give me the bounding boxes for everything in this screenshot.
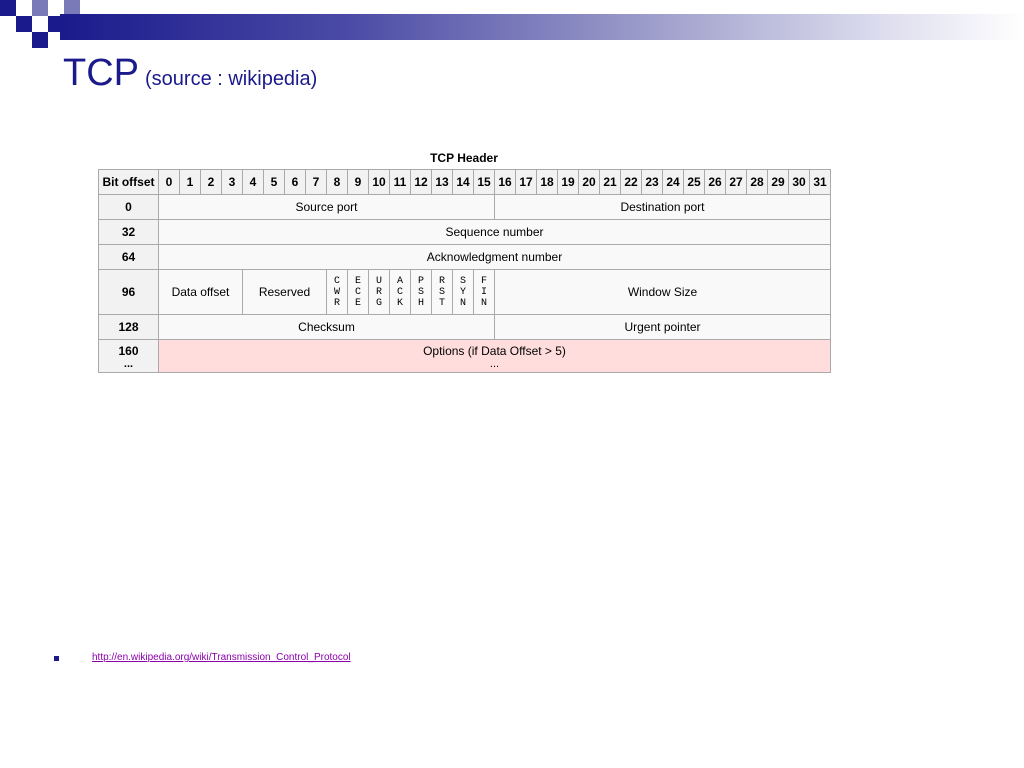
sequence-number-cell: Sequence number <box>158 219 831 245</box>
bit-number: 15 <box>473 169 495 195</box>
data-offset-cell: Data offset <box>158 269 243 315</box>
bit-number: 22 <box>620 169 642 195</box>
flag-cwr: CWR <box>326 269 348 315</box>
tcp-header-table: Bit offset 0 1 2 3 4 5 6 7 8 9 10 11 12 … <box>98 169 831 373</box>
bit-number: 6 <box>284 169 306 195</box>
bit-number: 3 <box>221 169 243 195</box>
flag-fin: FIN <box>473 269 495 315</box>
checksum-cell: Checksum <box>158 314 495 340</box>
bit-number: 12 <box>410 169 432 195</box>
flag-ece: ECE <box>347 269 369 315</box>
row-offset: 96 <box>98 269 159 315</box>
row-offset-continuation: ... <box>123 358 134 370</box>
bit-number: 16 <box>494 169 516 195</box>
bit-number: 27 <box>725 169 747 195</box>
bit-number: 9 <box>347 169 369 195</box>
bit-number: 24 <box>662 169 684 195</box>
destination-port-cell: Destination port <box>494 194 831 220</box>
flag-rst: RST <box>431 269 453 315</box>
title-subtitle: (source : wikipedia) <box>145 68 318 90</box>
reserved-cell: Reserved <box>242 269 327 315</box>
bit-number: 23 <box>641 169 663 195</box>
bit-number: 2 <box>200 169 222 195</box>
flag-urg: URG <box>368 269 390 315</box>
flag-syn: SYN <box>452 269 474 315</box>
flag-psh: PSH <box>410 269 432 315</box>
wikipedia-link[interactable]: http://en.wikipedia.org/wiki/Transmissio… <box>92 652 351 663</box>
row-offset: 0 <box>98 194 159 220</box>
bit-number: 31 <box>809 169 831 195</box>
table-row: 0 Source port Destination port <box>98 194 831 220</box>
bit-offset-row: Bit offset 0 1 2 3 4 5 6 7 8 9 10 11 12 … <box>98 169 831 195</box>
table-caption: TCP Header <box>430 151 498 165</box>
options-continuation: ... <box>489 358 500 370</box>
bullet-square-icon <box>54 656 59 661</box>
title-bar-decoration <box>0 0 1024 48</box>
row-offset: 32 <box>98 219 159 245</box>
bit-number: 30 <box>788 169 810 195</box>
bit-number: 21 <box>599 169 621 195</box>
window-size-cell: Window Size <box>494 269 831 315</box>
table-row: 128 Checksum Urgent pointer <box>98 314 831 340</box>
decor-square <box>32 0 48 16</box>
table-row: 160 ... Options (if Data Offset > 5) ... <box>98 339 831 373</box>
bit-number: 19 <box>557 169 579 195</box>
table-row: 96 Data offset Reserved CWR ECE URG ACK … <box>98 269 831 315</box>
decor-square <box>32 32 48 48</box>
options-cell: Options (if Data Offset > 5) ... <box>158 339 831 373</box>
title-text: TCP <box>63 52 139 94</box>
bit-number: 0 <box>158 169 180 195</box>
bit-number: 11 <box>389 169 411 195</box>
options-label: Options (if Data Offset > 5) <box>423 344 566 358</box>
urgent-pointer-cell: Urgent pointer <box>494 314 831 340</box>
table-row: 64 Acknowledgment number <box>98 244 831 270</box>
bit-number: 18 <box>536 169 558 195</box>
bit-number: 28 <box>746 169 768 195</box>
decor-square <box>64 0 80 14</box>
bit-number: 8 <box>326 169 348 195</box>
gradient-bar <box>60 14 1024 40</box>
bit-number: 20 <box>578 169 600 195</box>
bit-number: 25 <box>683 169 705 195</box>
bit-number: 7 <box>305 169 327 195</box>
row-offset-value: 160 <box>118 344 139 358</box>
bit-number: 1 <box>179 169 201 195</box>
decor-square <box>0 0 16 16</box>
bit-number: 4 <box>242 169 264 195</box>
bit-number: 26 <box>704 169 726 195</box>
bit-number: 29 <box>767 169 789 195</box>
bit-number: 10 <box>368 169 390 195</box>
decor-square <box>16 16 32 32</box>
bit-offset-label: Bit offset <box>98 169 159 195</box>
bit-number: 17 <box>515 169 537 195</box>
row-offset: 160 ... <box>98 339 159 373</box>
slide-title: TCP (source : wikipedia) <box>63 52 317 95</box>
source-port-cell: Source port <box>158 194 495 220</box>
flag-ack: ACK <box>389 269 411 315</box>
bit-number: 13 <box>431 169 453 195</box>
row-offset: 128 <box>98 314 159 340</box>
decor-square <box>48 16 64 32</box>
bit-number: 14 <box>452 169 474 195</box>
acknowledgment-number-cell: Acknowledgment number <box>158 244 831 270</box>
row-offset: 64 <box>98 244 159 270</box>
bit-number: 5 <box>263 169 285 195</box>
table-row: 32 Sequence number <box>98 219 831 245</box>
